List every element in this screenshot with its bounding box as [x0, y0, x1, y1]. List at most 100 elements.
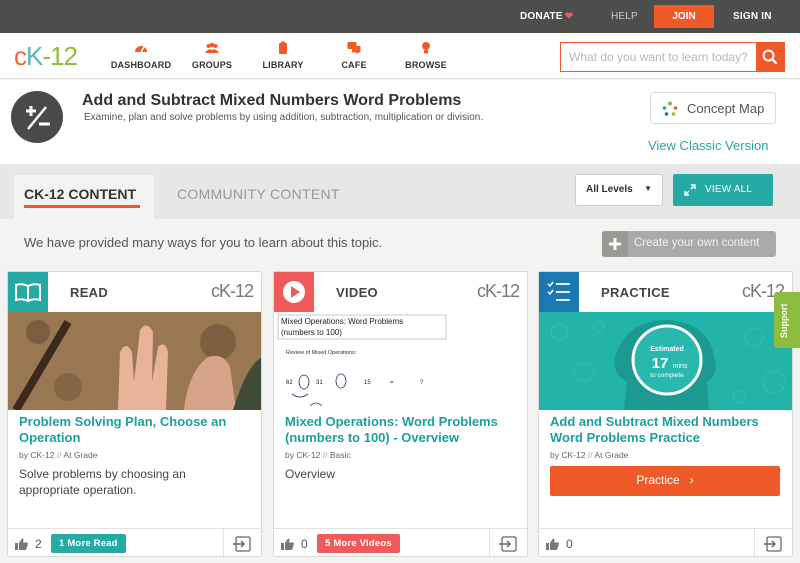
video-thumb-line3: Review of Mixed Operations: — [286, 350, 357, 356]
ck12-logo[interactable]: cK-12 — [14, 41, 78, 72]
meta-separator: // — [320, 450, 330, 460]
caret-down-icon: ▼ — [644, 184, 652, 193]
thumbs-up-icon[interactable] — [281, 538, 294, 550]
like-count: 0 — [566, 537, 573, 551]
open-button[interactable] — [223, 529, 261, 556]
practice-button-text: Practice › — [550, 473, 780, 487]
plus-minus-icon — [26, 106, 50, 130]
levels-dropdown[interactable]: All Levels ▼ — [575, 174, 663, 206]
checklist-icon — [547, 281, 570, 301]
sign-in-link[interactable]: SIGN IN — [733, 11, 772, 22]
read-card[interactable]: READ cK-12 Problem Solving Plan, Choose … — [7, 271, 262, 557]
nav-browse[interactable]: BROWSE — [386, 41, 466, 70]
donate-link[interactable]: DONATE ❤ — [520, 11, 573, 22]
more-videos-button[interactable]: 5 More Videos — [317, 534, 400, 553]
concept-map-button[interactable]: Concept Map — [650, 92, 776, 124]
enter-arrow-icon — [499, 536, 517, 552]
view-classic-link[interactable]: View Classic Version — [648, 138, 768, 153]
open-button[interactable] — [489, 529, 527, 556]
card-description: Solve problems by choosing an appropriat… — [19, 467, 186, 497]
nav-browse-label: BROWSE — [405, 60, 447, 70]
enter-arrow-icon — [764, 536, 782, 552]
play-icon — [283, 281, 305, 303]
card-footer: 0 5 More Videos — [274, 528, 527, 556]
create-content-label: Create your own content — [634, 237, 760, 249]
hand-photo-image — [8, 312, 261, 410]
video-thumb-n4: = — [390, 380, 394, 386]
tab-active-underline — [24, 205, 140, 208]
card-author: by CK-12 — [550, 450, 586, 460]
chevron-right-icon: › — [689, 473, 694, 487]
video-card[interactable]: VIDEO cK-12 Mixed Operations: Word Probl… — [273, 271, 528, 557]
search-box — [560, 42, 785, 72]
practice-button[interactable]: Practice › — [550, 466, 780, 496]
tab-ck12-content-label: CK-12 CONTENT — [24, 186, 137, 202]
donate-label: DONATE — [520, 11, 563, 22]
create-content-button[interactable]: Create your own content — [602, 231, 776, 257]
card-author: by CK-12 — [285, 450, 321, 460]
card-header: PRACTICE cK-12 — [539, 272, 792, 312]
nav-cafe-label: CAFE — [341, 60, 367, 70]
view-all-label: VIEW ALL — [705, 184, 753, 195]
page-subtitle: Examine, plan and solve problems by usin… — [84, 112, 484, 123]
levels-value: All Levels — [586, 184, 633, 195]
card-type-label: READ — [70, 285, 109, 300]
nav-groups[interactable]: GROUPS — [172, 41, 252, 70]
estimate-label: Estimated — [650, 346, 683, 353]
video-thumb-n1: 62 — [286, 380, 293, 386]
practice-type-badge — [539, 272, 579, 312]
video-thumb-line2: (numbers to 100) — [281, 328, 342, 337]
card-title-link[interactable]: Mixed Operations: Word Problems (numbers… — [285, 414, 520, 446]
card-type-label: VIDEO — [336, 285, 378, 300]
card-description: Overview — [285, 467, 336, 481]
tab-ck12-content[interactable]: CK-12 CONTENT — [14, 175, 154, 219]
search-icon — [762, 49, 778, 65]
thumbs-up-icon[interactable] — [546, 538, 559, 550]
topic-header: Add and Subtract Mixed Numbers Word Prob… — [0, 80, 800, 164]
more-reads-button[interactable]: 1 More Read — [51, 534, 126, 553]
card-title-link[interactable]: Add and Subtract Mixed Numbers Word Prob… — [550, 414, 785, 446]
video-thumbnail[interactable]: Mixed Operations: Word Problems (numbers… — [274, 312, 527, 410]
card-title-link[interactable]: Problem Solving Plan, Choose an Operatio… — [19, 414, 254, 446]
nav-cafe[interactable]: CAFE — [314, 41, 394, 70]
ck12-brand: cK-12 — [476, 281, 520, 301]
search-input[interactable] — [561, 43, 757, 71]
heart-icon: ❤ — [564, 11, 574, 22]
card-author: by CK-12 — [19, 450, 55, 460]
thumbs-up-icon[interactable] — [15, 538, 28, 550]
read-thumbnail[interactable] — [8, 312, 261, 410]
card-meta: by CK-12 // Basic — [285, 450, 351, 460]
card-level: Basic — [329, 450, 351, 460]
nav-library-label: LIBRARY — [262, 60, 304, 70]
help-link[interactable]: HELP — [611, 11, 638, 22]
concept-map-label: Concept Map — [687, 101, 765, 116]
nav-groups-label: GROUPS — [191, 60, 233, 70]
video-thumb-n3: 15 — [364, 380, 371, 386]
open-button[interactable] — [754, 529, 792, 556]
card-meta: by CK-12 // At Grade — [550, 450, 628, 460]
search-button[interactable] — [756, 43, 784, 71]
browse-icon — [422, 42, 430, 54]
page-title: Add and Subtract Mixed Numbers Word Prob… — [82, 92, 462, 109]
tab-community-content[interactable]: COMMUNITY CONTENT — [177, 186, 340, 202]
estimate-tail: to complete — [650, 372, 684, 379]
card-footer: 2 1 More Read — [8, 528, 261, 556]
card-header: VIDEO cK-12 — [274, 272, 527, 312]
nav-dashboard[interactable]: DASHBOARD — [101, 41, 181, 70]
view-all-button[interactable]: VIEW ALL — [673, 174, 773, 206]
top-bar: DONATE ❤ HELP JOIN SIGN IN — [0, 0, 800, 33]
practice-thumbnail[interactable]: Estimated 17 mins to complete — [539, 312, 792, 410]
read-type-badge — [8, 272, 48, 312]
video-type-badge — [274, 272, 314, 312]
nav-library[interactable]: LIBRARY — [243, 41, 323, 70]
library-icon — [279, 41, 287, 54]
practice-card[interactable]: PRACTICE cK-12 Estimated 17 mins to comp… — [538, 271, 793, 557]
estimate-value: 17 — [652, 355, 669, 372]
head-profile-image: Estimated 17 mins to complete — [539, 312, 792, 410]
like-count: 2 — [35, 537, 42, 551]
support-tab[interactable]: Support — [774, 292, 800, 348]
info-text: We have provided many ways for you to le… — [24, 235, 383, 250]
card-level: At Grade — [63, 450, 98, 460]
like-count: 0 — [301, 537, 308, 551]
join-button[interactable]: JOIN — [654, 5, 714, 28]
